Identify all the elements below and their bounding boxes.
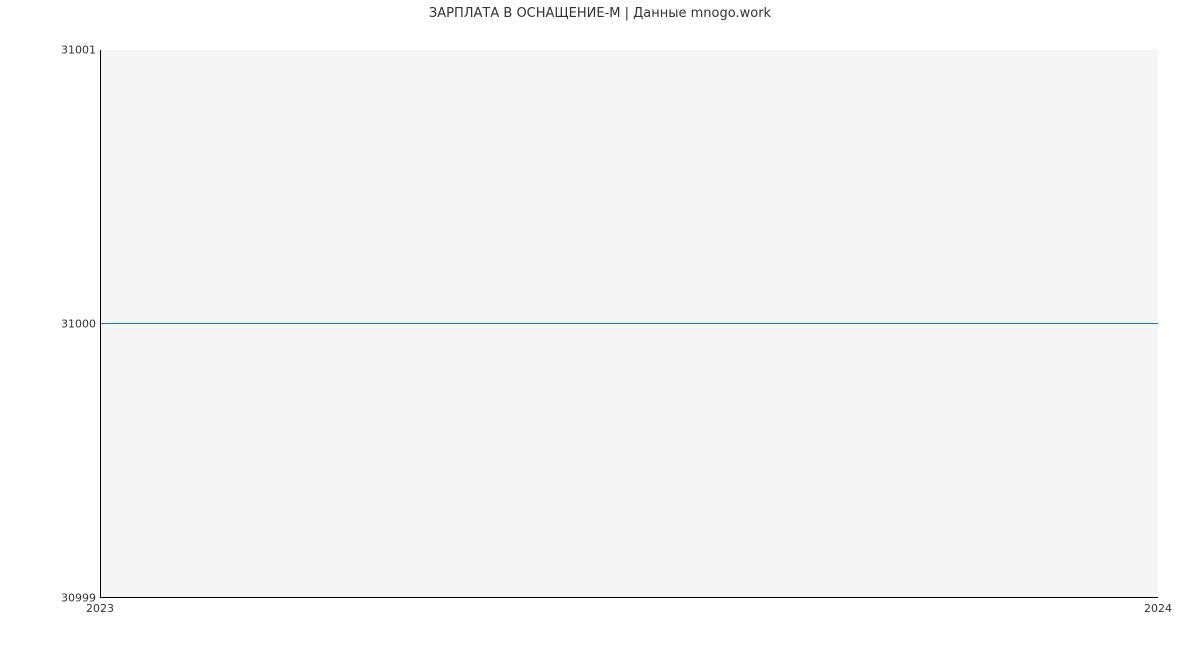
chart-title: ЗАРПЛАТА В ОСНАЩЕНИЕ-М | Данные mnogo.wo… [0,6,1200,21]
plot-area [100,50,1158,598]
y-tick-label: 31000 [61,318,96,331]
x-tick-label: 2023 [86,602,114,615]
chart-container: ЗАРПЛАТА В ОСНАЩЕНИЕ-М | Данные mnogo.wo… [0,0,1200,650]
y-tick-label: 31001 [61,44,96,57]
x-tick-label: 2024 [1144,602,1172,615]
data-line [101,323,1158,324]
